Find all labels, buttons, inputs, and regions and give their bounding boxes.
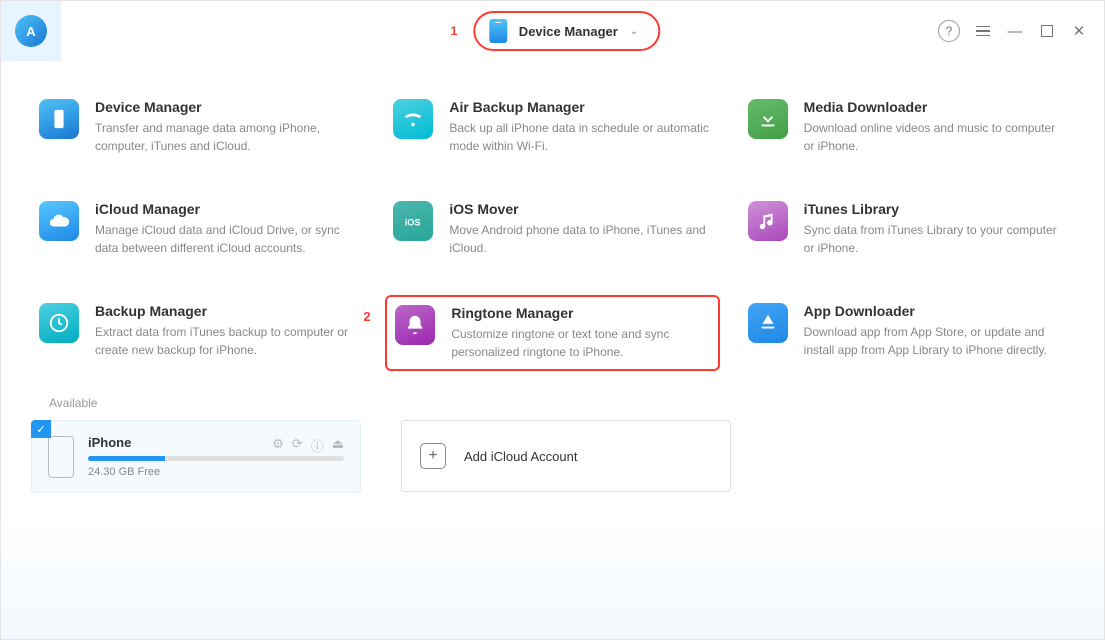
minimize-button[interactable]: — (1006, 22, 1024, 40)
card-itunes-library[interactable]: iTunes Library Sync data from iTunes Libr… (740, 193, 1074, 265)
card-title: Device Manager (95, 99, 357, 115)
card-media-downloader[interactable]: Media Downloader Download online videos a… (740, 91, 1074, 163)
card-desc: Back up all iPhone data in schedule or a… (449, 119, 711, 155)
background-wave (1, 519, 1104, 639)
wifi-icon (393, 99, 433, 139)
card-desc: Manage iCloud data and iCloud Drive, or … (95, 221, 357, 257)
card-icloud-manager[interactable]: iCloud Manager Manage iCloud data and iCl… (31, 193, 365, 265)
card-title: iTunes Library (804, 201, 1066, 217)
card-backup-manager[interactable]: Backup Manager Extract data from iTunes b… (31, 295, 365, 371)
card-title: Media Downloader (804, 99, 1066, 115)
card-device-manager[interactable]: Device Manager Transfer and manage data a… (31, 91, 365, 163)
cloud-icon (39, 201, 79, 241)
device-info-icon[interactable]: ⓘ (311, 436, 324, 455)
dropdown-label: Device Manager (519, 24, 618, 39)
device-refresh-icon[interactable]: ⟳ (292, 436, 303, 455)
card-desc: Extract data from iTunes backup to compu… (95, 323, 357, 359)
help-button[interactable]: ? (938, 20, 960, 42)
clock-icon (39, 303, 79, 343)
music-icon (748, 201, 788, 241)
storage-bar (88, 456, 344, 461)
card-app-downloader[interactable]: App Downloader Download app from App Stor… (740, 295, 1074, 371)
card-ios-mover[interactable]: iOS iOS Mover Move Android phone data to … (385, 193, 719, 265)
card-title: App Downloader (804, 303, 1066, 319)
phone-icon (39, 99, 79, 139)
device-settings-icon[interactable]: ⚙ (272, 436, 284, 455)
add-account-label: Add iCloud Account (464, 449, 577, 464)
device-manager-dropdown[interactable]: Device Manager ⌄ (473, 11, 660, 51)
device-phone-icon (48, 436, 74, 478)
add-icloud-account-button[interactable]: + Add iCloud Account (401, 420, 731, 492)
device-card[interactable]: ✓ iPhone ⚙ ⟳ ⓘ ⏏ 24.30 GB Free (31, 420, 361, 493)
card-desc: Download app from App Store, or update a… (804, 323, 1066, 359)
device-eject-icon[interactable]: ⏏ (332, 436, 344, 455)
card-title: Ringtone Manager (451, 305, 709, 321)
card-desc: Download online videos and music to comp… (804, 119, 1066, 155)
app-logo: A (1, 1, 61, 61)
callout-1: 1 (445, 22, 463, 40)
svg-text:iOS: iOS (405, 218, 421, 228)
phone-icon (489, 19, 507, 43)
menu-button[interactable] (974, 22, 992, 40)
app-store-icon (748, 303, 788, 343)
card-air-backup[interactable]: Air Backup Manager Back up all iPhone dat… (385, 91, 719, 163)
bell-icon (395, 305, 435, 345)
available-label: Available (49, 396, 1074, 410)
card-title: Backup Manager (95, 303, 357, 319)
maximize-button[interactable] (1038, 22, 1056, 40)
card-title: iCloud Manager (95, 201, 357, 217)
device-name: iPhone (88, 435, 131, 450)
download-icon (748, 99, 788, 139)
callout-2: 2 (363, 309, 370, 324)
card-title: Air Backup Manager (449, 99, 711, 115)
chevron-down-icon: ⌄ (630, 26, 638, 37)
card-desc: Transfer and manage data among iPhone, c… (95, 119, 357, 155)
check-icon: ✓ (31, 420, 51, 438)
card-title: iOS Mover (449, 201, 711, 217)
card-desc: Move Android phone data to iPhone, iTune… (449, 221, 711, 257)
close-button[interactable]: ✕ (1070, 22, 1088, 40)
card-desc: Customize ringtone or text tone and sync… (451, 325, 709, 361)
ios-icon: iOS (393, 201, 433, 241)
plus-icon: + (420, 443, 446, 469)
card-ringtone-manager[interactable]: 2 Ringtone ManagerCustomize ringtone or … (385, 295, 719, 371)
card-desc: Sync data from iTunes Library to your co… (804, 221, 1066, 257)
device-free-space: 24.30 GB Free (88, 466, 344, 478)
